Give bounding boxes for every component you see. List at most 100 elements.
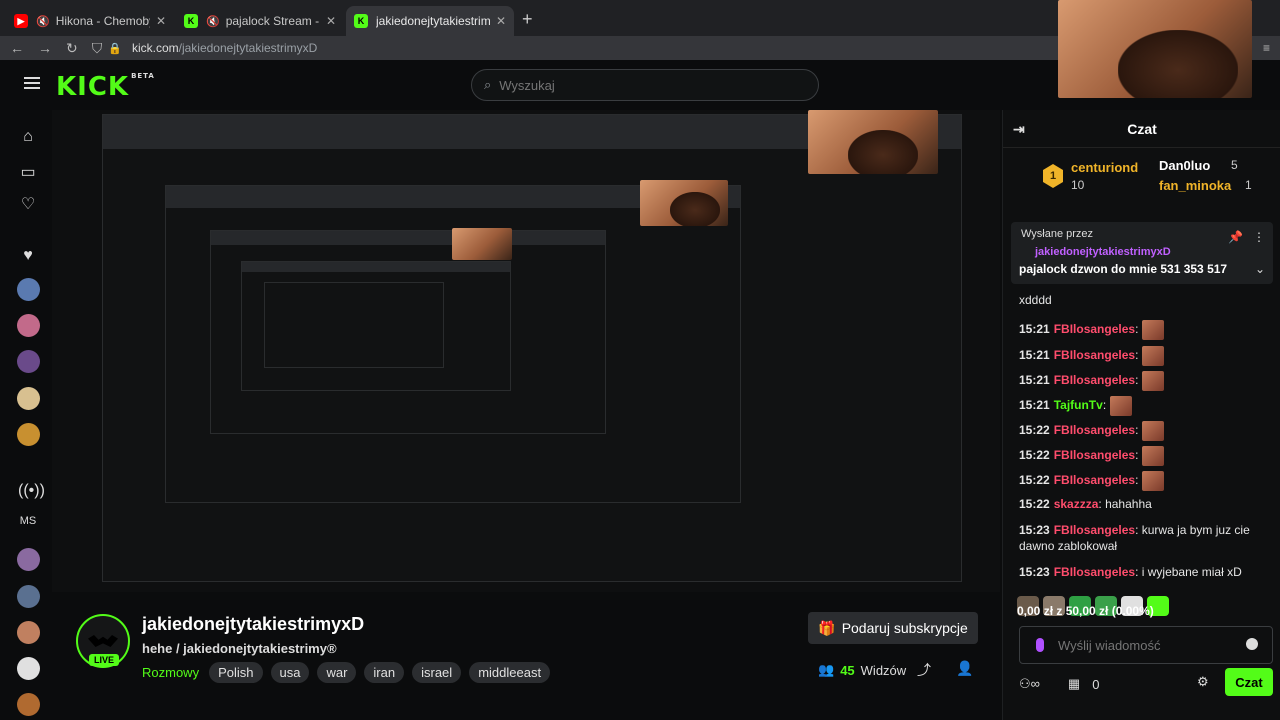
search-icon: ⌕	[484, 77, 492, 92]
left-sidebar: ⌂ ▭ ♡ ♥ ((•)) MS	[0, 110, 56, 720]
chat-message: 15:22 FBIlosangeles:	[1019, 471, 1269, 491]
gift-subscription-button[interactable]: 🎁 Podaruj subskrypcje	[808, 612, 978, 644]
avatar[interactable]	[17, 585, 40, 608]
heart-icon: ♥	[23, 247, 33, 264]
search-input[interactable]	[499, 77, 780, 93]
chat-panel: ⇥ Czat 1 centuriond 10 Dan0luo 5 fan_min…	[1002, 110, 1280, 720]
forward-icon[interactable]: →	[38, 40, 52, 56]
chat-input[interactable]	[1058, 637, 1228, 653]
chat-header: ⇥ Czat	[1003, 110, 1280, 148]
leaderboard-count: 5	[1231, 158, 1238, 172]
browser-tab-2[interactable]: K 🔇 pajalock Stream - Watch Li ✕	[176, 6, 344, 36]
live-badge: LIVE	[89, 654, 120, 666]
follow-icon[interactable]: 👤	[956, 660, 973, 677]
new-tab-icon[interactable]: +	[522, 9, 533, 30]
live-radio-icon: ((•))	[18, 482, 45, 499]
tag[interactable]: iran	[364, 662, 405, 683]
nested-capture-3	[210, 230, 606, 434]
kick-logo[interactable]: KICK BETA	[56, 72, 155, 102]
share-icon[interactable]: ⤴	[917, 660, 931, 680]
webcam-overlay	[452, 228, 512, 260]
avatar[interactable]	[17, 621, 40, 644]
tab-title: jakiedonejtytakiestrimyxD Strea	[376, 14, 490, 28]
chevron-down-icon[interactable]: ⌄	[1255, 262, 1265, 276]
youtube-icon: ▶	[14, 14, 28, 28]
chat-footer: ⚇∞ ▦ 0 ⚙ Czat	[1019, 668, 1273, 700]
reload-icon[interactable]: ↻	[66, 40, 78, 57]
chat-message: 15:22 skazzza: hahahha	[1019, 497, 1152, 511]
emote-icon	[1141, 371, 1164, 391]
points-count: 0	[1092, 676, 1100, 692]
mute-icon[interactable]: 🔇	[206, 15, 220, 28]
gift-leaderboard: 1 centuriond 10 Dan0luo 5 fan_minoka 1	[1003, 148, 1280, 208]
back-icon[interactable]: ←	[10, 40, 24, 56]
points-icon[interactable]: ⚇∞	[1019, 676, 1040, 692]
chat-input-box[interactable]	[1019, 626, 1273, 664]
emote-icon	[1141, 346, 1164, 366]
pinned-user[interactable]: jakiedonejtytakiestrimyxD	[1035, 246, 1171, 258]
chat-message: 15:22 FBIlosangeles:	[1019, 446, 1269, 466]
emote-icon	[1141, 446, 1164, 466]
nested-capture-5	[264, 282, 444, 368]
tag-row: Rozmowy Polish usa war iran israel middl…	[142, 662, 551, 683]
webcam-overlay	[1058, 0, 1252, 98]
collapse-chat-icon[interactable]: ⇥	[1013, 121, 1025, 138]
avatar[interactable]	[17, 350, 40, 373]
avatar[interactable]	[17, 278, 40, 301]
search-box[interactable]: ⌕	[471, 69, 819, 101]
tag[interactable]: war	[317, 662, 357, 683]
emoji-icon[interactable]	[1246, 638, 1258, 650]
following-icon[interactable]: ♡	[18, 194, 38, 214]
avatar[interactable]	[17, 693, 40, 716]
close-icon[interactable]: ✕	[496, 14, 506, 28]
chat-message: xdddd	[1019, 293, 1052, 307]
avatar[interactable]	[17, 314, 40, 337]
pin-icon[interactable]: 📌	[1228, 230, 1243, 244]
chat-message: 15:23 FBIlosangeles: kurwa ja bym juz cie…	[1019, 523, 1250, 553]
kick-icon: K	[184, 14, 198, 28]
chat-message: 15:21 FBIlosangeles:	[1019, 320, 1269, 340]
send-chat-button[interactable]: Czat	[1225, 668, 1273, 696]
rank-1-badge: 1	[1043, 164, 1063, 188]
avatar[interactable]	[17, 423, 40, 446]
close-icon[interactable]: ✕	[326, 14, 336, 28]
pinned-message: Wysłane przez jakiedonejtytakiestrimyxD …	[1011, 222, 1273, 284]
leaderboard-name[interactable]: Dan0luo	[1159, 158, 1210, 173]
browser-tab-1[interactable]: ▶ 🔇 Hikona - Chemobyl VIP - Yo ✕	[6, 6, 174, 36]
tag[interactable]: middleeast	[469, 662, 551, 683]
chat-message: 15:21 FBIlosangeles:	[1019, 371, 1269, 391]
leaderboard-name[interactable]: centuriond	[1071, 160, 1138, 175]
close-icon[interactable]: ✕	[156, 14, 166, 28]
home-icon[interactable]: ⌂	[18, 128, 38, 148]
browser-tab-3[interactable]: K jakiedonejtytakiestrimyxD Strea ✕	[346, 6, 514, 36]
hamburger-menu-icon[interactable]	[24, 77, 40, 89]
channel-name[interactable]: jakiedonejtytakiestrimyxD	[142, 614, 364, 635]
browse-icon[interactable]: ▭	[18, 162, 38, 182]
webcam-overlay	[640, 180, 728, 226]
video-player[interactable]	[52, 110, 1000, 592]
gift-goal: 0,00 zł z 50,00 zł (0.00%)	[1017, 604, 1154, 618]
category-link[interactable]: Rozmowy	[142, 665, 199, 680]
mute-icon[interactable]: 🔇	[36, 15, 50, 28]
mic-icon[interactable]	[1036, 638, 1044, 652]
avatar[interactable]	[17, 548, 40, 571]
lock-icon: 🔒	[108, 42, 122, 55]
kick-icon: K	[354, 14, 368, 28]
ms-icon[interactable]: MS	[18, 515, 38, 535]
viewers-icon: 👥	[818, 662, 835, 677]
tag[interactable]: usa	[270, 662, 310, 683]
more-icon[interactable]: ⋮	[1253, 230, 1265, 244]
tab-title: pajalock Stream - Watch Li	[225, 14, 320, 28]
url-path: /jakiedonejtytakiestrimyxD	[178, 41, 318, 55]
store-icon[interactable]: ▦	[1068, 676, 1080, 692]
leaderboard-name[interactable]: fan_minoka	[1159, 178, 1231, 193]
settings-icon[interactable]: ⚙	[1197, 674, 1209, 690]
chat-message: 15:22 FBIlosangeles:	[1019, 421, 1269, 441]
nested-capture-1	[102, 114, 962, 582]
avatar[interactable]	[17, 657, 40, 680]
tag[interactable]: Polish	[209, 662, 263, 683]
tag[interactable]: israel	[412, 662, 462, 683]
menu-icon[interactable]: ≡	[1263, 41, 1270, 55]
avatar[interactable]	[17, 387, 40, 410]
pinned-label: Wysłane przez	[1021, 228, 1094, 240]
